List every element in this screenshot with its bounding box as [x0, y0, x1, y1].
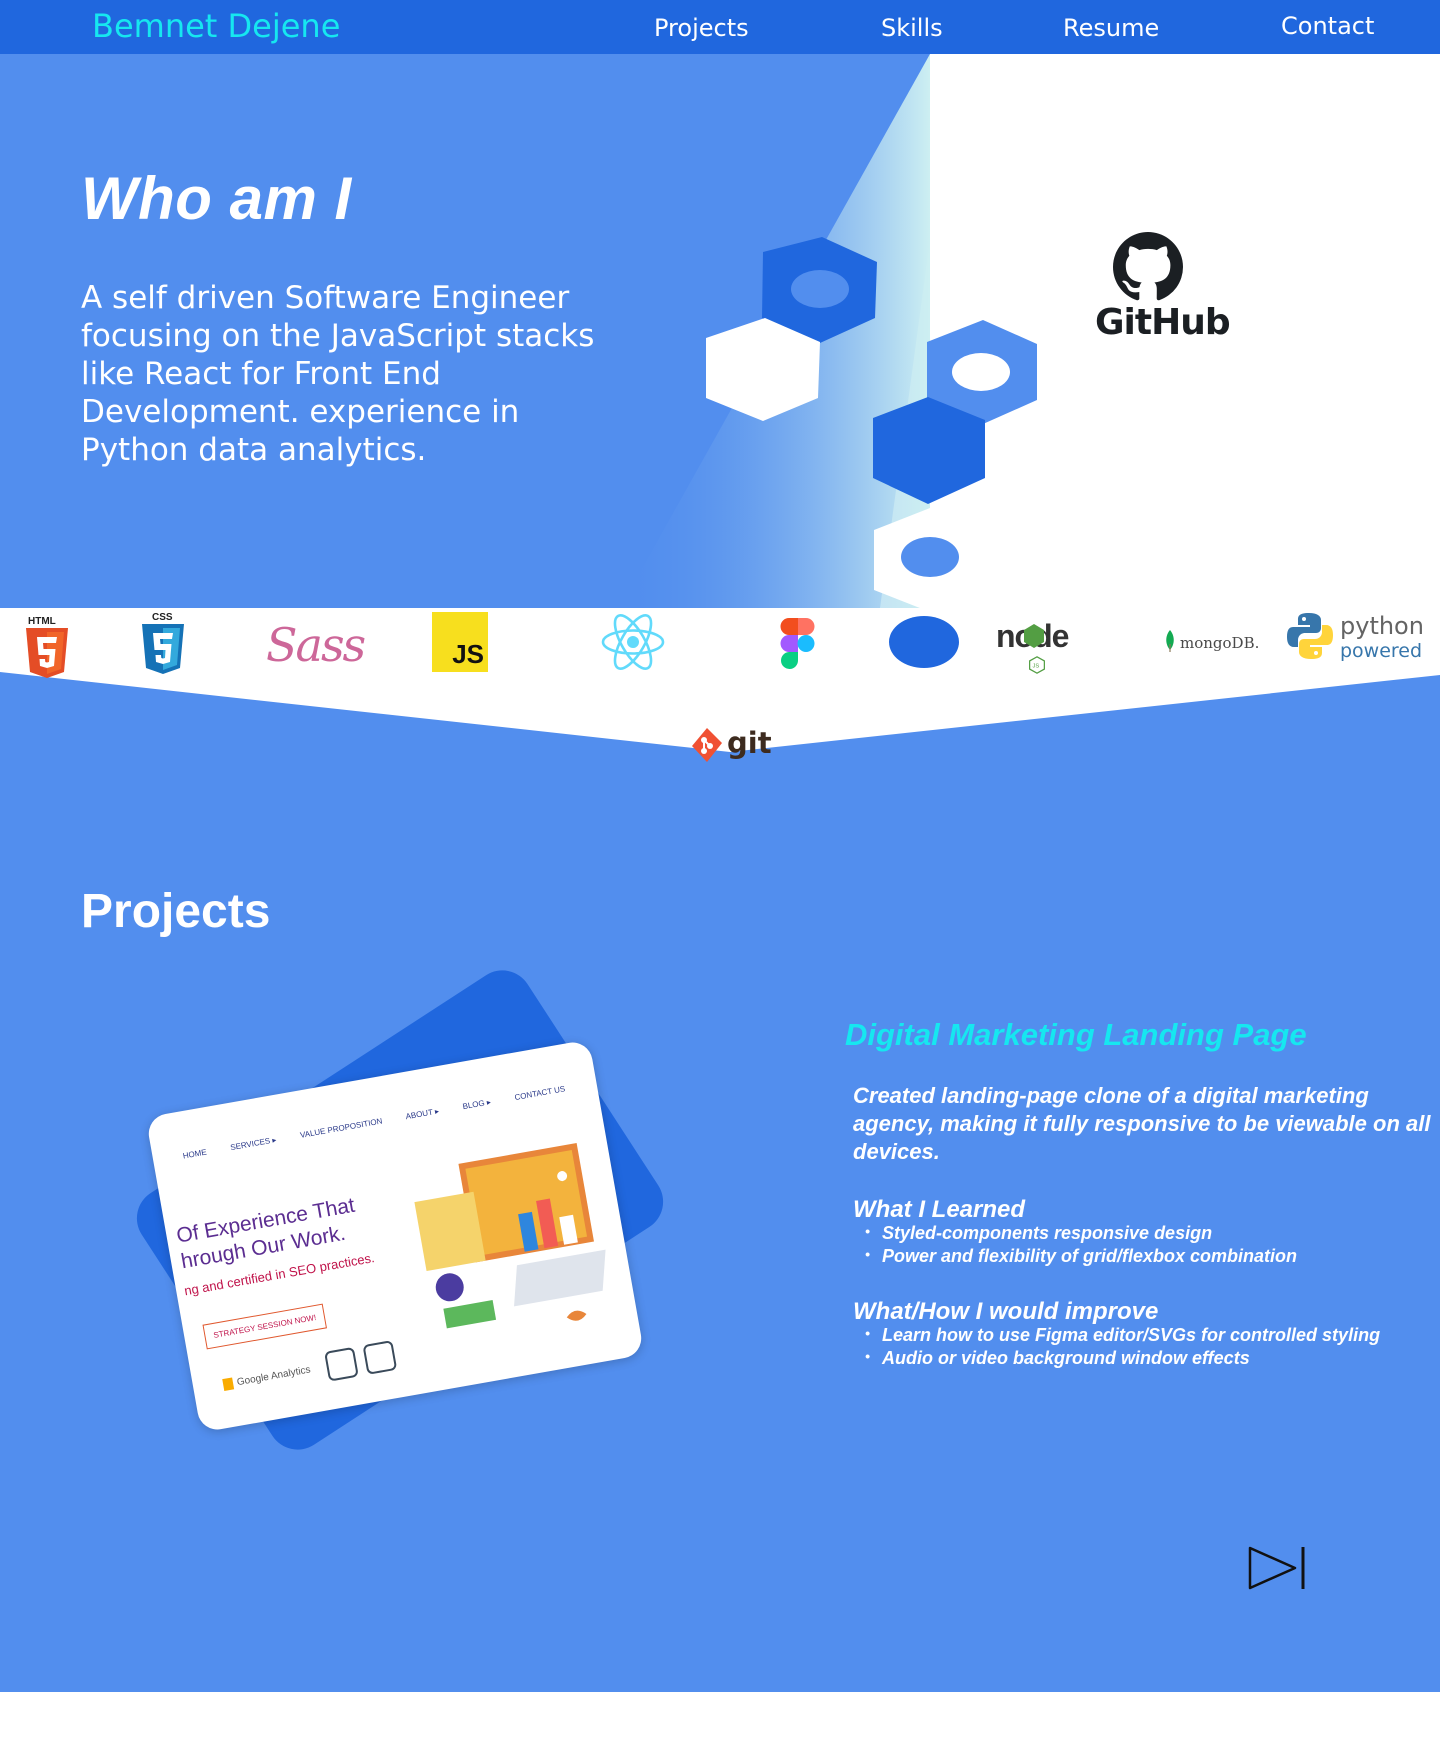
preview-badge-label: Google Analytics [236, 1364, 312, 1389]
python-snakes-icon [1287, 613, 1333, 659]
preview-cta-button: STRATEGY SESSION NOW! [202, 1303, 328, 1350]
projects-section-title: Projects [81, 885, 271, 938]
preview-nav-item: CONTACT US [513, 1084, 566, 1103]
preview-nav-item: VALUE PROPOSITION [299, 1116, 384, 1140]
python-logo: python powered [1286, 612, 1426, 668]
git-diamond-icon [692, 728, 722, 762]
preview-nav-item: ABOUT ▸ [404, 1106, 440, 1122]
top-navbar: Bemnet Dejene Projects Skills Resume Con… [0, 0, 1440, 54]
mongodb-leaf-icon [1166, 630, 1174, 652]
git-logo: git [692, 726, 772, 762]
hexagon-decoration [706, 237, 1037, 612]
learned-heading: What I Learned [853, 1196, 1026, 1223]
sass-logo: Sass [266, 618, 366, 678]
next-project-icon[interactable] [1247, 1545, 1309, 1591]
preview-illustration [414, 1143, 606, 1329]
improve-item: Audio or video background window effects [865, 1348, 1250, 1369]
git-label: git [727, 726, 772, 760]
badge-hexagon-icon [324, 1346, 360, 1382]
hero-title: Who am I [81, 165, 352, 232]
mongodb-logo: mongoDB. [1164, 630, 1264, 656]
js-label: JS [452, 639, 484, 669]
portfolio-page: Bemnet Dejene Projects Skills Resume Con… [0, 0, 1440, 1744]
nav-contact[interactable]: Contact [1281, 12, 1374, 40]
css-label: CSS [152, 612, 173, 623]
preview-nav-item: SERVICES ▸ [229, 1135, 278, 1153]
improve-item: Learn how to use Figma editor/SVGs for c… [865, 1325, 1380, 1346]
html5-shield-icon [26, 628, 68, 678]
learned-item: Power and flexibility of grid/flexbox co… [865, 1246, 1297, 1267]
css3-logo: CSS [142, 612, 186, 682]
preview-ga-badge: Google Analytics [221, 1340, 398, 1400]
sass-label: Sass [266, 618, 366, 672]
brand-name[interactable]: Bemnet Dejene [92, 7, 340, 45]
project-description: Created landing-page clone of a digital … [853, 1083, 1431, 1164]
figma-icon [780, 618, 815, 669]
react-icon [601, 614, 665, 670]
nav-skills[interactable]: Skills [881, 14, 943, 42]
hero-description: A self driven Software Engineer focusing… [81, 280, 595, 468]
github-link[interactable]: GitHub [1090, 230, 1231, 345]
preview-nav-item: HOME [182, 1147, 208, 1161]
mongodb-label: mongoDB. [1180, 634, 1260, 652]
nav-resume[interactable]: Resume [1063, 14, 1159, 42]
improve-heading: What/How I would improve [853, 1298, 1159, 1325]
python-powered-label: powered [1340, 640, 1423, 662]
bar-chart-icon [222, 1377, 235, 1391]
html5-logo: HTML [26, 616, 70, 686]
nodejs-js-badge-icon: JS [1029, 656, 1045, 674]
nodejs-logo: node JS [996, 614, 1086, 674]
python-label: python [1340, 612, 1424, 640]
skill-placeholder-oval [889, 616, 959, 668]
javascript-logo: JS [432, 612, 488, 672]
project-title[interactable]: Digital Marketing Landing Page [845, 1017, 1307, 1053]
html-label: HTML [28, 616, 56, 627]
github-octocat-icon [1113, 232, 1183, 301]
css3-shield-icon [142, 624, 184, 674]
nav-projects[interactable]: Projects [654, 14, 749, 42]
badge-hexagon-icon [362, 1340, 398, 1375]
nodejs-hexagon-icon [1024, 624, 1044, 648]
preview-nav-item: BLOG ▸ [461, 1097, 492, 1112]
github-label: GitHub [1095, 302, 1231, 343]
learned-item: Styled-components responsive design [865, 1223, 1212, 1244]
svg-text:JS: JS [1033, 663, 1040, 669]
